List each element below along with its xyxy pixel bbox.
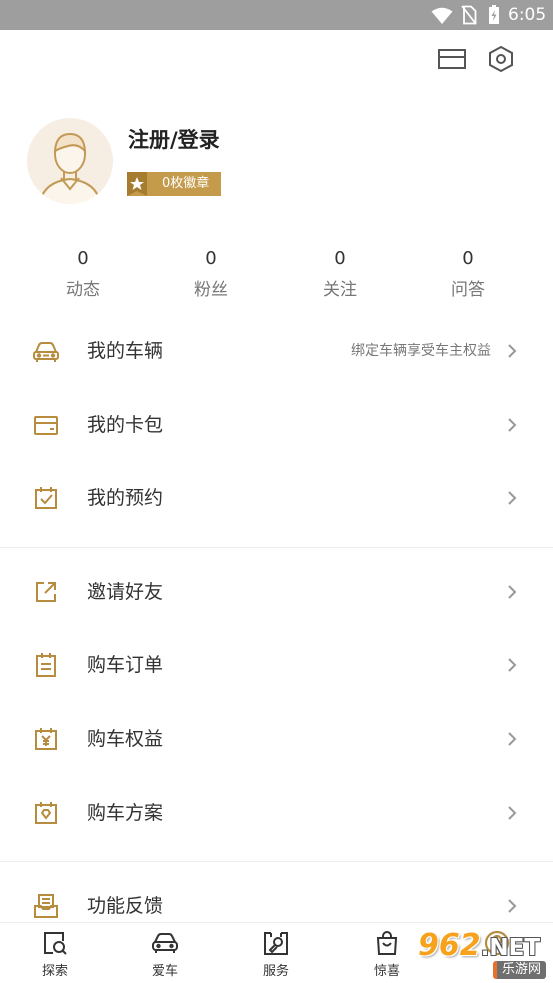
menu-item-my-vehicles[interactable]: 我的车辆 绑定车辆享受车主权益 (0, 321, 553, 381)
menu-item-label: 购车方案 (87, 802, 164, 824)
stat-label: 关注 (323, 280, 357, 300)
stat-value: 0 (205, 248, 217, 269)
section-divider (0, 547, 553, 548)
badge-count[interactable]: 0枚徽章 (127, 172, 221, 196)
chevron-right-icon (507, 417, 517, 433)
watermark-suffix: .NET (480, 935, 541, 961)
profile-screen: 6:05 注册/登录 0枚徽章 0 动态 0 粉丝 0 关注 0 问答 我的车辆… (0, 0, 553, 983)
menu-item-hint: 绑定车辆享受车主权益 (351, 343, 491, 359)
nav-tab-label: 服务 (262, 964, 289, 979)
car-front-icon (151, 929, 179, 957)
stat-posts[interactable]: 0 动态 (19, 246, 147, 306)
chevron-right-icon (507, 731, 517, 747)
avatar[interactable] (27, 118, 113, 204)
chevron-right-icon (507, 898, 517, 914)
avatar-person-icon (38, 132, 102, 204)
menu-item-my-appointments[interactable]: 我的预约 (0, 468, 553, 528)
nav-tab-my-car[interactable]: 爱车 (115, 923, 215, 983)
order-document-icon (32, 651, 60, 679)
menu-item-purchase-orders[interactable]: 购车订单 (0, 635, 553, 695)
stat-label: 问答 (451, 280, 485, 300)
nav-tab-service[interactable]: 服务 (226, 923, 326, 983)
stat-fans[interactable]: 0 粉丝 (147, 246, 275, 306)
card-icon (32, 411, 60, 439)
menu-item-label: 购车权益 (87, 728, 164, 750)
calendar-yen-icon (32, 725, 60, 753)
chevron-right-icon (507, 343, 517, 359)
battery-charging-icon (488, 5, 500, 25)
menu-item-label: 我的卡包 (87, 414, 164, 436)
menu-item-my-cards[interactable]: 我的卡包 (0, 395, 553, 455)
feedback-icon (32, 892, 60, 920)
star-icon (127, 172, 147, 196)
menu-item-label: 我的车辆 (87, 340, 164, 362)
chevron-right-icon (507, 584, 517, 600)
chevron-right-icon (507, 657, 517, 673)
menu-item-purchase-plans[interactable]: 购车方案 (0, 783, 553, 843)
menu-item-label: 购车订单 (87, 654, 164, 676)
stat-value: 0 (77, 248, 89, 269)
nav-tab-explore[interactable]: 探索 (5, 923, 105, 983)
menu-item-label: 邀请好友 (87, 581, 164, 603)
share-icon (32, 578, 60, 606)
stat-questions[interactable]: 0 问答 (404, 246, 532, 306)
car-icon (32, 337, 60, 365)
service-wrench-icon (262, 929, 290, 957)
status-bar: 6:05 (0, 0, 553, 30)
clock-time: 6:05 (508, 5, 547, 25)
badge-label: 0枚徽章 (162, 176, 210, 191)
settings-icon[interactable] (487, 45, 515, 73)
shopping-bag-icon (373, 929, 401, 957)
nav-tab-label: 探索 (41, 964, 68, 979)
stat-following[interactable]: 0 关注 (276, 246, 404, 306)
stat-label: 动态 (66, 280, 100, 300)
watermark-brand: 962.NET (418, 928, 540, 963)
no-sim-icon (461, 5, 477, 25)
login-register-link[interactable]: 注册/登录 (128, 126, 220, 154)
explore-icon (41, 929, 69, 957)
stat-value: 0 (334, 248, 346, 269)
watermark-number: 962 (418, 928, 481, 963)
chevron-right-icon (507, 490, 517, 506)
section-divider (0, 861, 553, 862)
card-package-icon[interactable] (437, 48, 467, 70)
menu-item-purchase-benefits[interactable]: 购车权益 (0, 709, 553, 769)
watermark-site-name: 乐游网 (492, 961, 546, 979)
nav-tab-label: 爱车 (151, 964, 178, 979)
chevron-right-icon (507, 805, 517, 821)
wifi-icon (431, 7, 453, 25)
watermark-logo: 962.NET 乐游网 (414, 928, 550, 982)
menu-item-label: 我的预约 (87, 487, 164, 509)
stat-value: 0 (462, 248, 474, 269)
calendar-diamond-icon (32, 799, 60, 827)
calendar-check-icon (32, 484, 60, 512)
stat-label: 粉丝 (194, 280, 228, 300)
menu-item-invite-friends[interactable]: 邀请好友 (0, 562, 553, 622)
